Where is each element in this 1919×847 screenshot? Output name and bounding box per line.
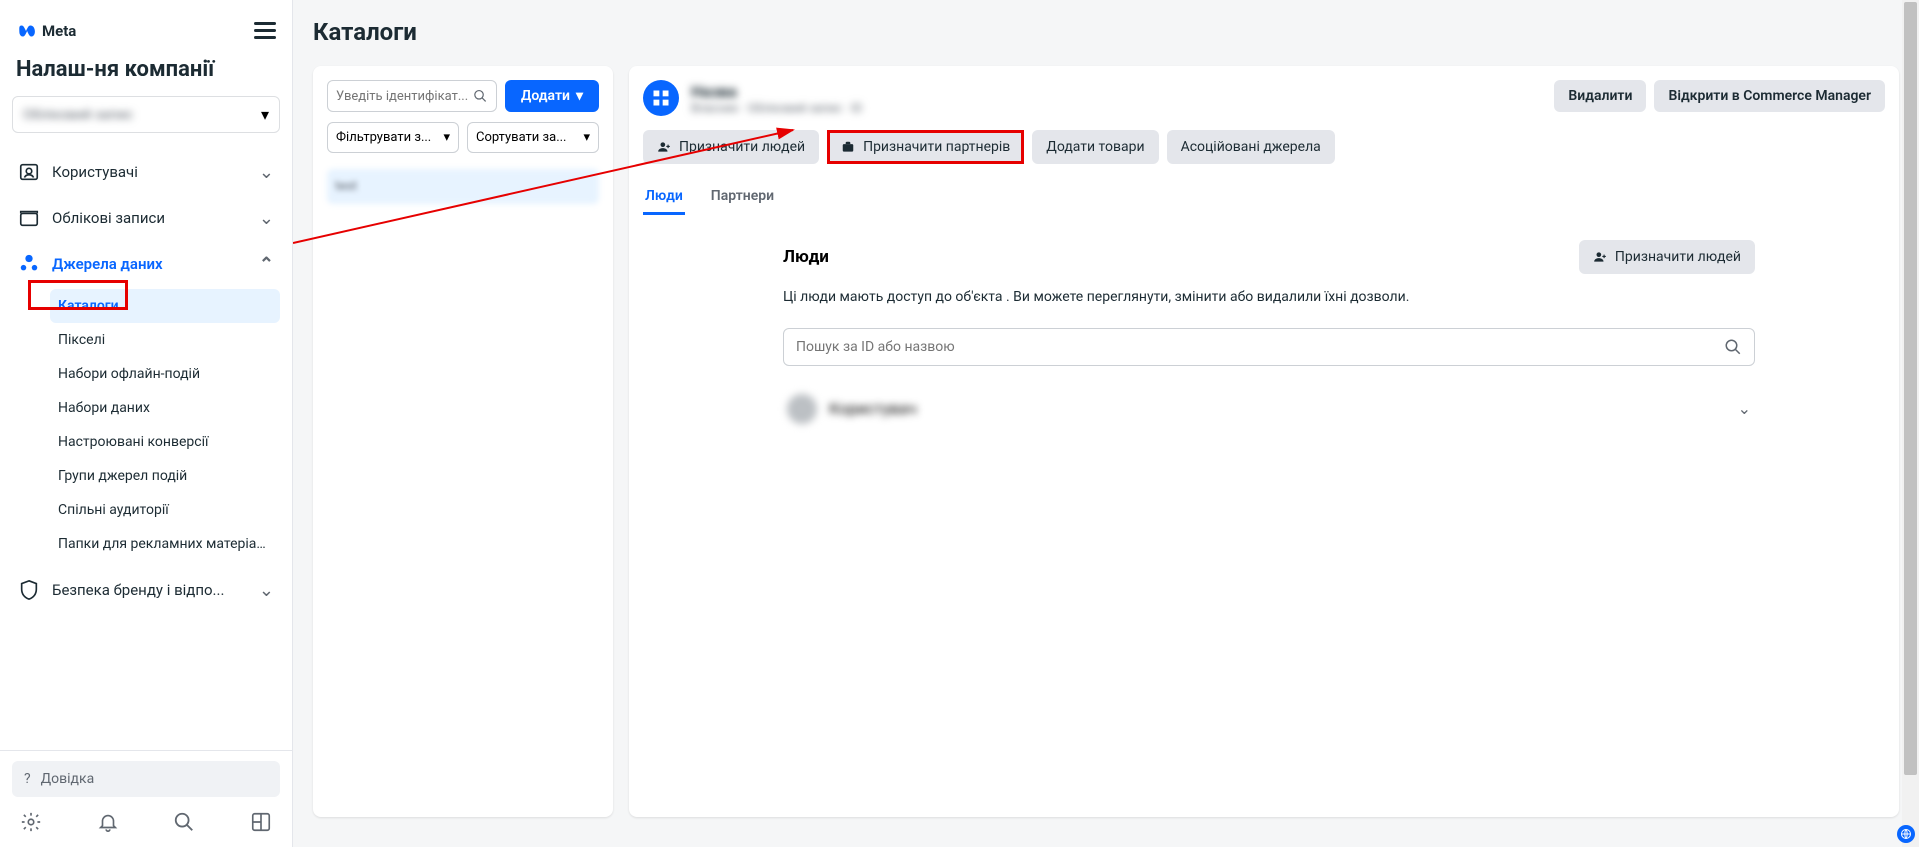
main-title: Каталоги bbox=[313, 18, 1899, 46]
person-add-icon bbox=[657, 140, 671, 154]
help-button[interactable]: ? Довідка bbox=[12, 761, 280, 797]
sub-pixels[interactable]: Пікселі bbox=[50, 323, 280, 357]
tab-partners[interactable]: Партнери bbox=[709, 180, 776, 215]
sidebar-title: Налаш-ня компанії bbox=[12, 53, 280, 96]
assign-people-label: Призначити людей bbox=[679, 139, 805, 155]
chevron-down-icon: ⌄ bbox=[259, 580, 274, 601]
catalog-name: Назва bbox=[691, 82, 862, 101]
sub-event-groups[interactable]: Групи джерел подій bbox=[50, 459, 280, 493]
nav-users[interactable]: Користувачі ⌄ bbox=[12, 151, 280, 193]
assign-partners-button[interactable]: Призначити партнерів bbox=[827, 130, 1024, 164]
sort-label: Сортувати за... bbox=[476, 130, 566, 145]
scrollbar-track[interactable] bbox=[1902, 0, 1919, 847]
sidebar: Meta Налаш-ня компанії Обліковий запис ▾… bbox=[0, 0, 293, 847]
catalog-subtitle: Власник · Обліковий запис · ID bbox=[691, 101, 862, 115]
account-selector[interactable]: Обліковий запис ▾ bbox=[12, 96, 280, 133]
meta-logo[interactable]: Meta bbox=[16, 22, 76, 40]
meta-icon bbox=[16, 24, 36, 38]
scrollbar-thumb[interactable] bbox=[1904, 2, 1917, 775]
assign-people-label-2: Призначити людей bbox=[1615, 249, 1741, 265]
chevron-down-icon: ⌄ bbox=[259, 162, 274, 183]
chevron-down-icon: ⌄ bbox=[1738, 399, 1751, 418]
assign-partners-label: Призначити партнерів bbox=[863, 139, 1010, 155]
sort-button[interactable]: Сортувати за...▾ bbox=[467, 122, 599, 153]
catalog-list-panel: Додати ▾ Фільтрувати з...▾ Сортувати за.… bbox=[313, 66, 613, 817]
catalog-search[interactable] bbox=[327, 80, 497, 112]
add-label: Додати bbox=[521, 88, 570, 104]
users-icon bbox=[18, 161, 40, 183]
bell-icon[interactable] bbox=[97, 811, 119, 833]
nav-accounts-label: Облікові записи bbox=[52, 209, 165, 227]
sub-conversions[interactable]: Настроювані конверсії bbox=[50, 425, 280, 459]
help-icon: ? bbox=[24, 771, 31, 787]
nav-brand-safety-label: Безпека бренду і відпо... bbox=[52, 581, 224, 599]
nav-data-sources[interactable]: Джерела даних ⌃ bbox=[12, 243, 280, 285]
chevron-up-icon: ⌃ bbox=[259, 254, 274, 275]
briefcase-icon bbox=[841, 140, 855, 154]
sub-catalogs[interactable]: Каталоги bbox=[50, 289, 280, 323]
search-icon bbox=[1724, 338, 1742, 356]
tab-people[interactable]: Люди bbox=[643, 180, 685, 215]
people-description: Ці люди мають доступ до об'єкта ​​​​​​. … bbox=[783, 288, 1755, 308]
avatar bbox=[787, 394, 817, 424]
account-label: Обліковий запис bbox=[23, 107, 133, 123]
catalog-detail-panel: Назва Власник · Обліковий запис · ID Вид… bbox=[629, 66, 1899, 817]
assign-people-button[interactable]: Призначити людей bbox=[643, 130, 819, 164]
nav-brand-safety[interactable]: Безпека бренду і відпо... ⌄ bbox=[12, 569, 280, 611]
main-content: Каталоги Додати ▾ Фільтрувати з...▾ Сорт… bbox=[293, 0, 1919, 847]
catalog-grid-icon bbox=[643, 80, 679, 116]
sub-offline[interactable]: Набори офлайн-подій bbox=[50, 357, 280, 391]
person-row[interactable]: Користувач ⌄ bbox=[783, 386, 1755, 432]
chevron-down-icon: ⌄ bbox=[259, 208, 274, 229]
search-icon[interactable] bbox=[173, 811, 195, 833]
nav-accounts[interactable]: Облікові записи ⌄ bbox=[12, 197, 280, 239]
data-sources-icon bbox=[18, 253, 40, 275]
delete-button[interactable]: Видалити bbox=[1554, 80, 1646, 112]
person-name: Користувач bbox=[829, 399, 917, 418]
catalog-list-item[interactable]: test bbox=[327, 169, 599, 204]
caret-down-icon: ▾ bbox=[576, 88, 583, 104]
people-search[interactable] bbox=[783, 328, 1755, 366]
assign-people-button-2[interactable]: Призначити людей bbox=[1579, 240, 1755, 274]
catalog-search-input[interactable] bbox=[336, 89, 473, 104]
person-add-icon bbox=[1593, 250, 1607, 264]
sub-shared-audiences[interactable]: Спільні аудиторії bbox=[50, 493, 280, 527]
filter-button[interactable]: Фільтрувати з...▾ bbox=[327, 122, 459, 153]
shield-icon bbox=[18, 579, 40, 601]
nav-data-sources-label: Джерела даних bbox=[52, 255, 163, 273]
nav-users-label: Користувачі bbox=[52, 163, 138, 181]
sub-datasets[interactable]: Набори даних bbox=[50, 391, 280, 425]
hamburger-menu[interactable] bbox=[254, 18, 276, 43]
search-icon bbox=[473, 88, 487, 104]
people-search-input[interactable] bbox=[796, 339, 1724, 355]
open-commerce-button[interactable]: Відкрити в Commerce Manager bbox=[1654, 80, 1885, 112]
help-label: Довідка bbox=[41, 771, 95, 787]
caret-down-icon: ▾ bbox=[261, 105, 269, 124]
layout-icon[interactable] bbox=[250, 811, 272, 833]
people-heading: Люди bbox=[783, 247, 829, 267]
add-button[interactable]: Додати ▾ bbox=[505, 80, 599, 112]
associated-sources-button[interactable]: Асоційовані джерела bbox=[1167, 130, 1335, 164]
sub-folders[interactable]: Папки для рекламних матеріалів ... bbox=[50, 527, 280, 561]
globe-icon[interactable] bbox=[1897, 825, 1915, 843]
brand-text: Meta bbox=[42, 22, 76, 40]
accounts-icon bbox=[18, 207, 40, 229]
gear-icon[interactable] bbox=[20, 811, 42, 833]
data-sources-subitems: Каталоги Пікселі Набори офлайн-подій Наб… bbox=[12, 289, 280, 561]
filter-label: Фільтрувати з... bbox=[336, 130, 431, 145]
add-products-button[interactable]: Додати товари bbox=[1032, 130, 1158, 164]
